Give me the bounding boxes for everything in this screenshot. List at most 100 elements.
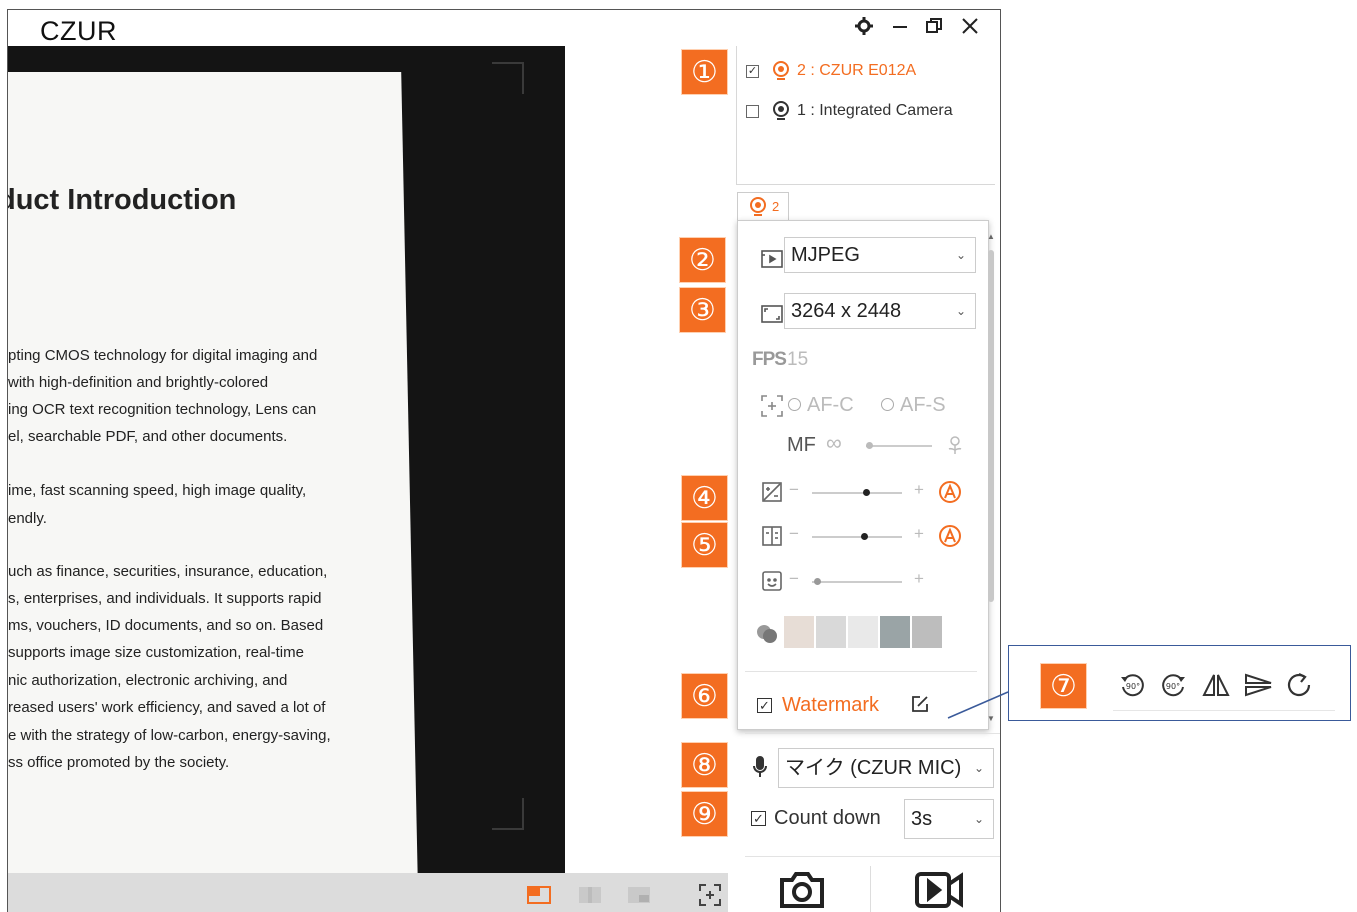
camera-label: 2 : CZUR E012A	[797, 62, 917, 79]
annotation-badge-1: ①	[681, 49, 728, 95]
document-line: endly.	[8, 510, 47, 527]
microphone-select[interactable]: マイク (CZUR MIC) ⌄	[778, 748, 994, 788]
mf-label: MF	[787, 434, 816, 456]
document-line: ms, vouchers, ID documents, and so on. B…	[8, 617, 324, 634]
document-line: reased users' work efficiency, and saved…	[8, 699, 326, 716]
app-window: CZUR duct Introduction pting CMOS techno…	[7, 9, 1001, 912]
preview-toolbar	[8, 873, 728, 912]
camera-checkbox[interactable]	[746, 104, 759, 118]
document-line: with high-definition and brightly-colore…	[8, 374, 269, 391]
af-c-radio[interactable]: AF-C	[788, 394, 854, 417]
decrease-icon[interactable]: −	[789, 480, 799, 500]
filter-bw[interactable]	[848, 616, 878, 648]
resolution-select[interactable]: 3264 x 2448 ⌄	[784, 293, 976, 329]
mirror-horizontal-icon[interactable]	[1202, 671, 1230, 704]
annotation-badge-7: ⑦	[1040, 663, 1087, 709]
annotation-badge-4: ④	[681, 475, 728, 521]
exposure-slider-knob[interactable]	[863, 489, 870, 496]
rotate-left-90-icon[interactable]: 90°	[1119, 671, 1147, 704]
annotation-badge-9: ⑨	[681, 791, 728, 837]
document-line: pting CMOS technology for digital imagin…	[8, 347, 318, 364]
divider	[745, 671, 977, 672]
format-select[interactable]: MJPEG ⌄	[784, 237, 976, 273]
focus-slider-knob[interactable]	[866, 442, 873, 449]
increase-icon[interactable]: +	[914, 480, 924, 500]
infinity-icon: ∞	[826, 430, 842, 455]
close-icon[interactable]	[956, 16, 984, 42]
decrease-icon[interactable]: −	[789, 524, 799, 544]
layout-split-icon[interactable]	[578, 886, 601, 903]
focus-slider[interactable]	[866, 445, 932, 447]
app-title: CZUR	[40, 16, 117, 46]
auto-exposure-icon[interactable]	[937, 479, 963, 510]
resolution-icon	[760, 302, 784, 326]
filter-original[interactable]	[784, 616, 814, 648]
webcam-icon	[750, 197, 766, 216]
webcam-icon	[773, 101, 789, 120]
video-record-icon	[915, 872, 963, 908]
filter-thumbnails	[784, 616, 942, 648]
increase-icon[interactable]: +	[914, 569, 924, 589]
document-line: e with the strategy of low-carbon, energ…	[8, 727, 331, 744]
svg-text:90°: 90°	[1166, 682, 1180, 691]
document-heading: duct Introduction	[8, 184, 237, 216]
filter-dark[interactable]	[912, 616, 942, 648]
macro-flower-icon	[946, 434, 964, 461]
beauty-slider-knob[interactable]	[813, 578, 821, 585]
increase-icon[interactable]: +	[914, 524, 924, 544]
restore-icon[interactable]	[920, 16, 948, 42]
camera-list: ✓ 2 : CZUR E012A 1 : Integrated Camera	[736, 46, 995, 185]
layout-pip-icon[interactable]	[627, 886, 650, 903]
auto-contrast-icon[interactable]	[937, 523, 963, 554]
contrast-icon	[760, 524, 784, 548]
mirror-vertical-icon[interactable]	[1243, 671, 1273, 704]
annotation-badge-5: ⑤	[681, 522, 728, 568]
tab-label: 2	[772, 199, 780, 214]
divider	[1113, 710, 1335, 711]
minimize-icon[interactable]	[886, 16, 914, 42]
webcam-icon	[773, 61, 789, 80]
radio-icon	[788, 398, 801, 411]
document-line: ss office promoted by the society.	[8, 754, 230, 771]
filter-gray[interactable]	[816, 616, 846, 648]
svg-text:90°: 90°	[1126, 682, 1140, 691]
tab-camera-2[interactable]: 2	[737, 192, 789, 221]
fps-icon: FPS	[752, 349, 787, 370]
document-line: ing OCR text recognition technology, Len…	[8, 401, 317, 418]
af-s-radio[interactable]: AF-S	[881, 394, 946, 417]
exposure-slider[interactable]	[812, 492, 902, 494]
radio-icon	[881, 398, 894, 411]
crop-corner-marker	[492, 798, 524, 830]
filter-color[interactable]	[880, 616, 910, 648]
document-line: ime, fast scanning speed, high image qua…	[8, 482, 307, 499]
camera-item-integrated[interactable]: 1 : Integrated Camera	[746, 101, 953, 121]
countdown-checkbox[interactable]: ✓ Count down	[751, 807, 881, 830]
camera-preview[interactable]: duct Introduction pting CMOS technology …	[8, 46, 565, 873]
document-line: el, searchable PDF, and other documents.	[8, 428, 288, 445]
edit-watermark-icon[interactable]	[910, 694, 930, 719]
capture-photo-button[interactable]	[778, 868, 826, 912]
document-line: nic authorization, electronic archiving,…	[8, 672, 288, 689]
annotation-badge-8: ⑧	[681, 742, 728, 788]
crop-corner-marker	[492, 62, 524, 94]
layout-single-icon[interactable]	[527, 886, 551, 904]
contrast-slider[interactable]	[812, 536, 902, 538]
camera-icon	[780, 872, 824, 908]
beauty-slider[interactable]	[812, 581, 902, 583]
rotate-tools-callout: ⑦ 90° 90°	[1008, 645, 1351, 721]
settings-icon[interactable]	[850, 16, 878, 42]
record-video-button[interactable]	[913, 868, 965, 912]
annotation-badge-6: ⑥	[681, 673, 728, 719]
camera-checkbox[interactable]: ✓	[746, 64, 759, 78]
rotate-right-90-icon[interactable]: 90°	[1159, 671, 1187, 704]
decrease-icon[interactable]: −	[789, 569, 799, 589]
scrollbar[interactable]: ▲	[986, 232, 996, 726]
exposure-icon	[760, 480, 784, 504]
countdown-select[interactable]: 3s ⌄	[904, 799, 994, 839]
camera-item-czur[interactable]: ✓ 2 : CZUR E012A	[746, 61, 916, 81]
countdown-label: Count down	[774, 807, 881, 829]
document-line: uch as finance, securities, insurance, e…	[8, 563, 328, 580]
focus-icon[interactable]	[698, 883, 722, 907]
watermark-checkbox[interactable]: ✓ Watermark	[757, 694, 879, 717]
reset-rotation-icon[interactable]	[1285, 671, 1313, 704]
